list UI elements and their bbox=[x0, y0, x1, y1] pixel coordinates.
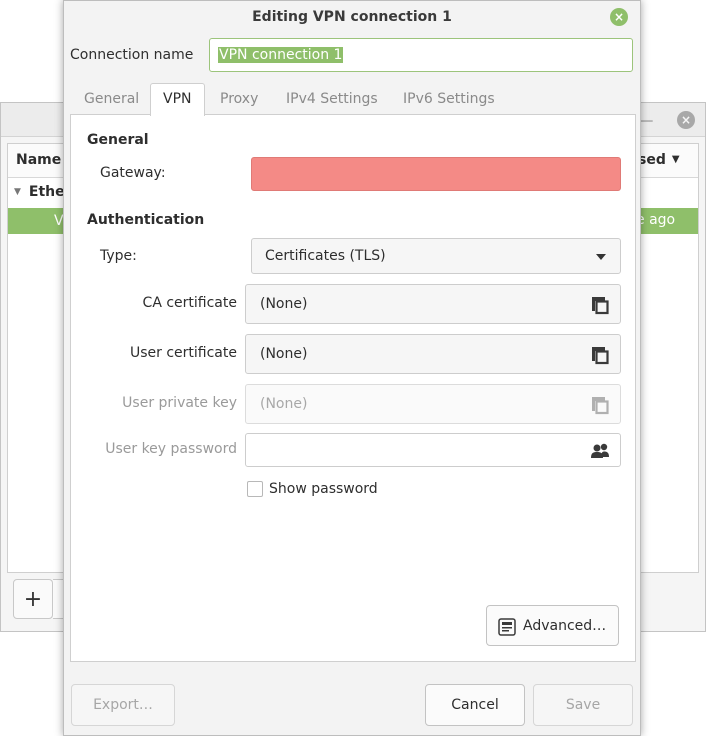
advanced-button-label: Advanced… bbox=[523, 618, 607, 634]
user-private-key-value: (None) bbox=[260, 396, 308, 412]
connection-name-label: Connection name bbox=[70, 47, 194, 63]
settings-panel-icon bbox=[498, 618, 516, 636]
tab-proxy[interactable]: Proxy bbox=[220, 91, 258, 107]
group-ethernet[interactable]: ▼ Ethe bbox=[14, 184, 65, 200]
type-label: Type: bbox=[100, 248, 137, 264]
dialog-title: Editing VPN connection 1 bbox=[252, 9, 452, 25]
close-icon: × bbox=[613, 10, 625, 24]
save-button: Save bbox=[533, 684, 633, 726]
column-header-label: sed bbox=[638, 152, 666, 168]
gateway-label: Gateway: bbox=[100, 165, 166, 181]
section-general: General bbox=[87, 132, 149, 148]
tab-ipv6-settings[interactable]: IPv6 Settings bbox=[403, 91, 495, 107]
sort-down-icon: ▼ bbox=[671, 154, 680, 165]
section-authentication: Authentication bbox=[87, 212, 205, 228]
file-chooser-icon bbox=[592, 397, 609, 415]
ca-certificate-chooser[interactable]: (None) bbox=[245, 284, 621, 324]
export-button: Export… bbox=[71, 684, 175, 726]
column-header-last-used[interactable]: sed ▼ bbox=[638, 152, 680, 168]
file-chooser-icon[interactable] bbox=[590, 345, 610, 365]
auth-type-dropdown[interactable]: Certificates (TLS) bbox=[251, 238, 621, 274]
tab-vpn[interactable]: VPN bbox=[150, 83, 205, 116]
tab-bar: General VPN Proxy IPv4 Settings IPv6 Set… bbox=[70, 83, 636, 116]
user-certificate-chooser[interactable]: (None) bbox=[245, 334, 621, 374]
tab-general[interactable]: General bbox=[84, 91, 139, 107]
show-password-label[interactable]: Show password bbox=[269, 481, 378, 497]
user-key-password-label: User key password bbox=[105, 441, 237, 457]
auth-type-value: Certificates (TLS) bbox=[265, 248, 386, 264]
show-password-checkbox[interactable] bbox=[247, 481, 263, 497]
cancel-button[interactable]: Cancel bbox=[425, 684, 525, 726]
connection-name-input[interactable]: VPN connection 1 bbox=[209, 38, 633, 72]
password-storage-icon[interactable] bbox=[590, 441, 610, 461]
column-header-name[interactable]: Name bbox=[16, 152, 61, 168]
user-private-key-chooser: (None) bbox=[245, 384, 621, 424]
tab-ipv4-settings[interactable]: IPv4 Settings bbox=[286, 91, 378, 107]
list-item-last-used: e ago bbox=[636, 212, 676, 228]
editing-vpn-dialog: Editing VPN connection 1 × Connection na… bbox=[63, 0, 641, 736]
gateway-input[interactable] bbox=[251, 157, 621, 191]
ca-certificate-label: CA certificate bbox=[142, 295, 237, 311]
user-certificate-label: User certificate bbox=[129, 345, 237, 361]
vpn-settings-panel: General Gateway: Authentication Type: Ce… bbox=[70, 114, 636, 662]
ca-certificate-value: (None) bbox=[260, 296, 308, 312]
file-chooser-icon[interactable] bbox=[590, 295, 610, 315]
dialog-titlebar[interactable]: Editing VPN connection 1 × bbox=[64, 1, 640, 35]
user-key-password-input[interactable] bbox=[245, 433, 621, 467]
add-connection-button[interactable]: + bbox=[13, 579, 53, 619]
user-certificate-value: (None) bbox=[260, 346, 308, 362]
close-button[interactable]: × bbox=[610, 8, 628, 26]
connection-name-value: VPN connection 1 bbox=[218, 47, 344, 63]
advanced-button[interactable]: Advanced… bbox=[486, 605, 619, 646]
chevron-down-icon bbox=[596, 254, 606, 260]
user-private-key-label: User private key bbox=[122, 395, 237, 411]
group-label: Ethe bbox=[28, 184, 65, 200]
close-icon[interactable]: × bbox=[677, 111, 695, 129]
expander-down-icon[interactable]: ▼ bbox=[14, 187, 21, 197]
